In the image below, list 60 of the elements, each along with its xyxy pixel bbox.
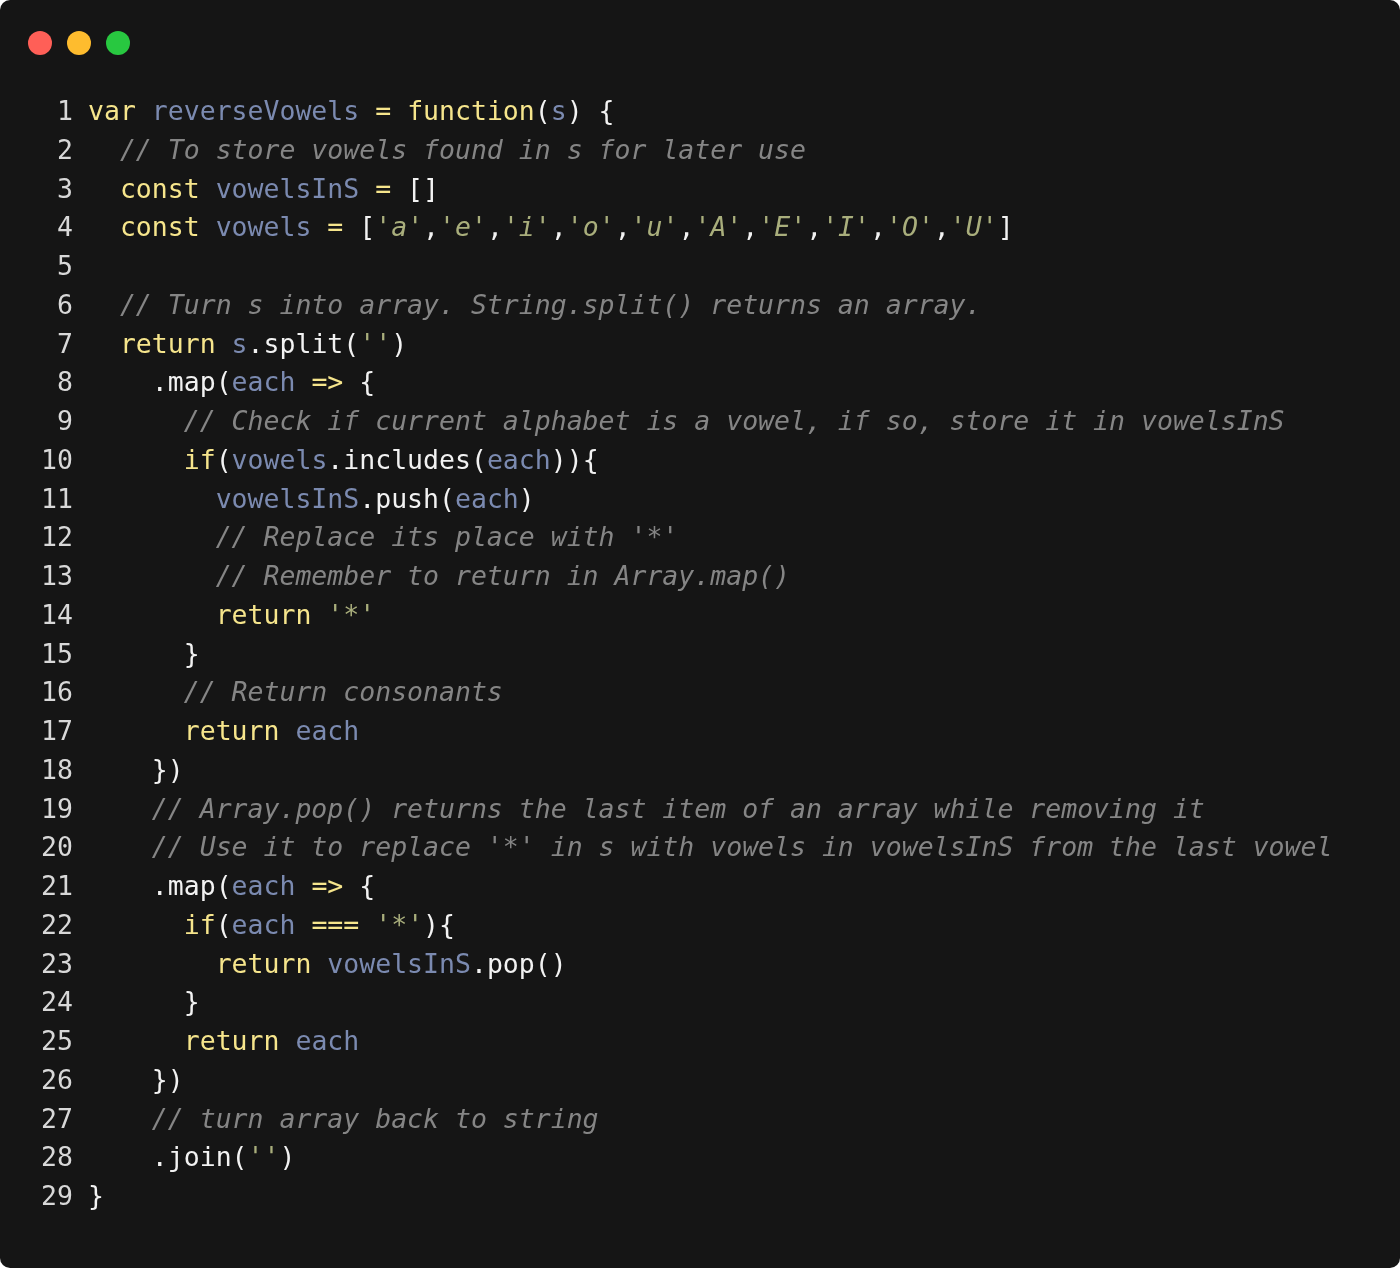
code-line: return each [182,714,360,748]
line-number: 24 [40,985,74,1020]
line-number: 6 [56,287,74,322]
code-line: return s.split('') [118,326,408,361]
code-line: .join('') [150,1140,296,1175]
code-line: vowelsInS.push(each) [214,481,535,516]
line-number: 12 [40,520,74,555]
code-line: .map(each => { [150,869,376,903]
code-line: } [88,1179,104,1213]
line-number: 8 [56,365,74,400]
line-number: 21 [40,869,74,903]
line-number: 27 [40,1101,74,1136]
code-line: // Array.pop() returns the last item of an array while removing it [150,791,1205,826]
line-number: 19 [40,791,74,826]
code-line: // Return consonants [182,675,503,710]
line-number: 13 [40,559,74,593]
code-line: var reverseVowels = function(s) { [88,94,615,128]
line-number: 7 [56,326,74,361]
code-line: // Use it to replace '*' in s with vowels in vowelsInS from the last vowel [150,830,1333,865]
line-number: 23 [40,946,74,981]
code-line: }) [150,752,184,787]
line-number: 3 [56,171,74,206]
code-line: // To store vowels found in s for later use [118,132,806,167]
code-line: // Remember to return in Array.map() [214,559,790,593]
line-number: 16 [40,675,74,710]
code-line: if(each === '*'){ [182,907,455,942]
line-number: 25 [40,1024,74,1058]
code-line: const vowels = ['a','e','i','o','u','A','E','I','O','U'] [118,210,1014,245]
code-line: // turn array back to string [150,1101,599,1136]
code-line: .map(each => { [150,365,376,400]
line-number: 1 [56,94,74,128]
line-number: 14 [40,597,74,632]
line-number: 20 [40,830,74,865]
line-number: 5 [56,249,74,283]
line-number: 18 [40,752,74,787]
window-dot[interactable] [67,31,91,55]
line-number: 26 [40,1062,74,1097]
code-line: // Turn s into array. String.split() returns an array. [118,287,982,322]
code-line: const vowelsInS = [] [118,171,440,206]
line-number: 15 [40,636,74,671]
line-number: 9 [56,404,74,438]
code-line: } [182,636,200,671]
code-line: // Replace its place with '*' [214,520,679,555]
window-dot[interactable] [28,31,52,55]
code-line: }) [150,1062,184,1097]
code-line: // Check if current alphabet is a vowel, if so, store it in vowelsInS [182,404,1285,438]
code-line: if(vowels.includes(each)){ [182,442,599,477]
line-number: 22 [40,907,74,942]
line-number: 2 [56,132,74,167]
line-number: 11 [40,481,74,516]
line-number: 17 [40,714,74,748]
line-number: 28 [40,1140,74,1175]
line-number: 10 [40,442,74,477]
code-line: } [182,985,200,1020]
line-number: 29 [40,1179,74,1213]
window-dot[interactable] [106,31,130,55]
code-line: return '*' [214,597,376,632]
code-line: return each [182,1024,360,1058]
code-line: return vowelsInS.pop() [214,946,567,981]
line-number: 4 [56,210,74,245]
